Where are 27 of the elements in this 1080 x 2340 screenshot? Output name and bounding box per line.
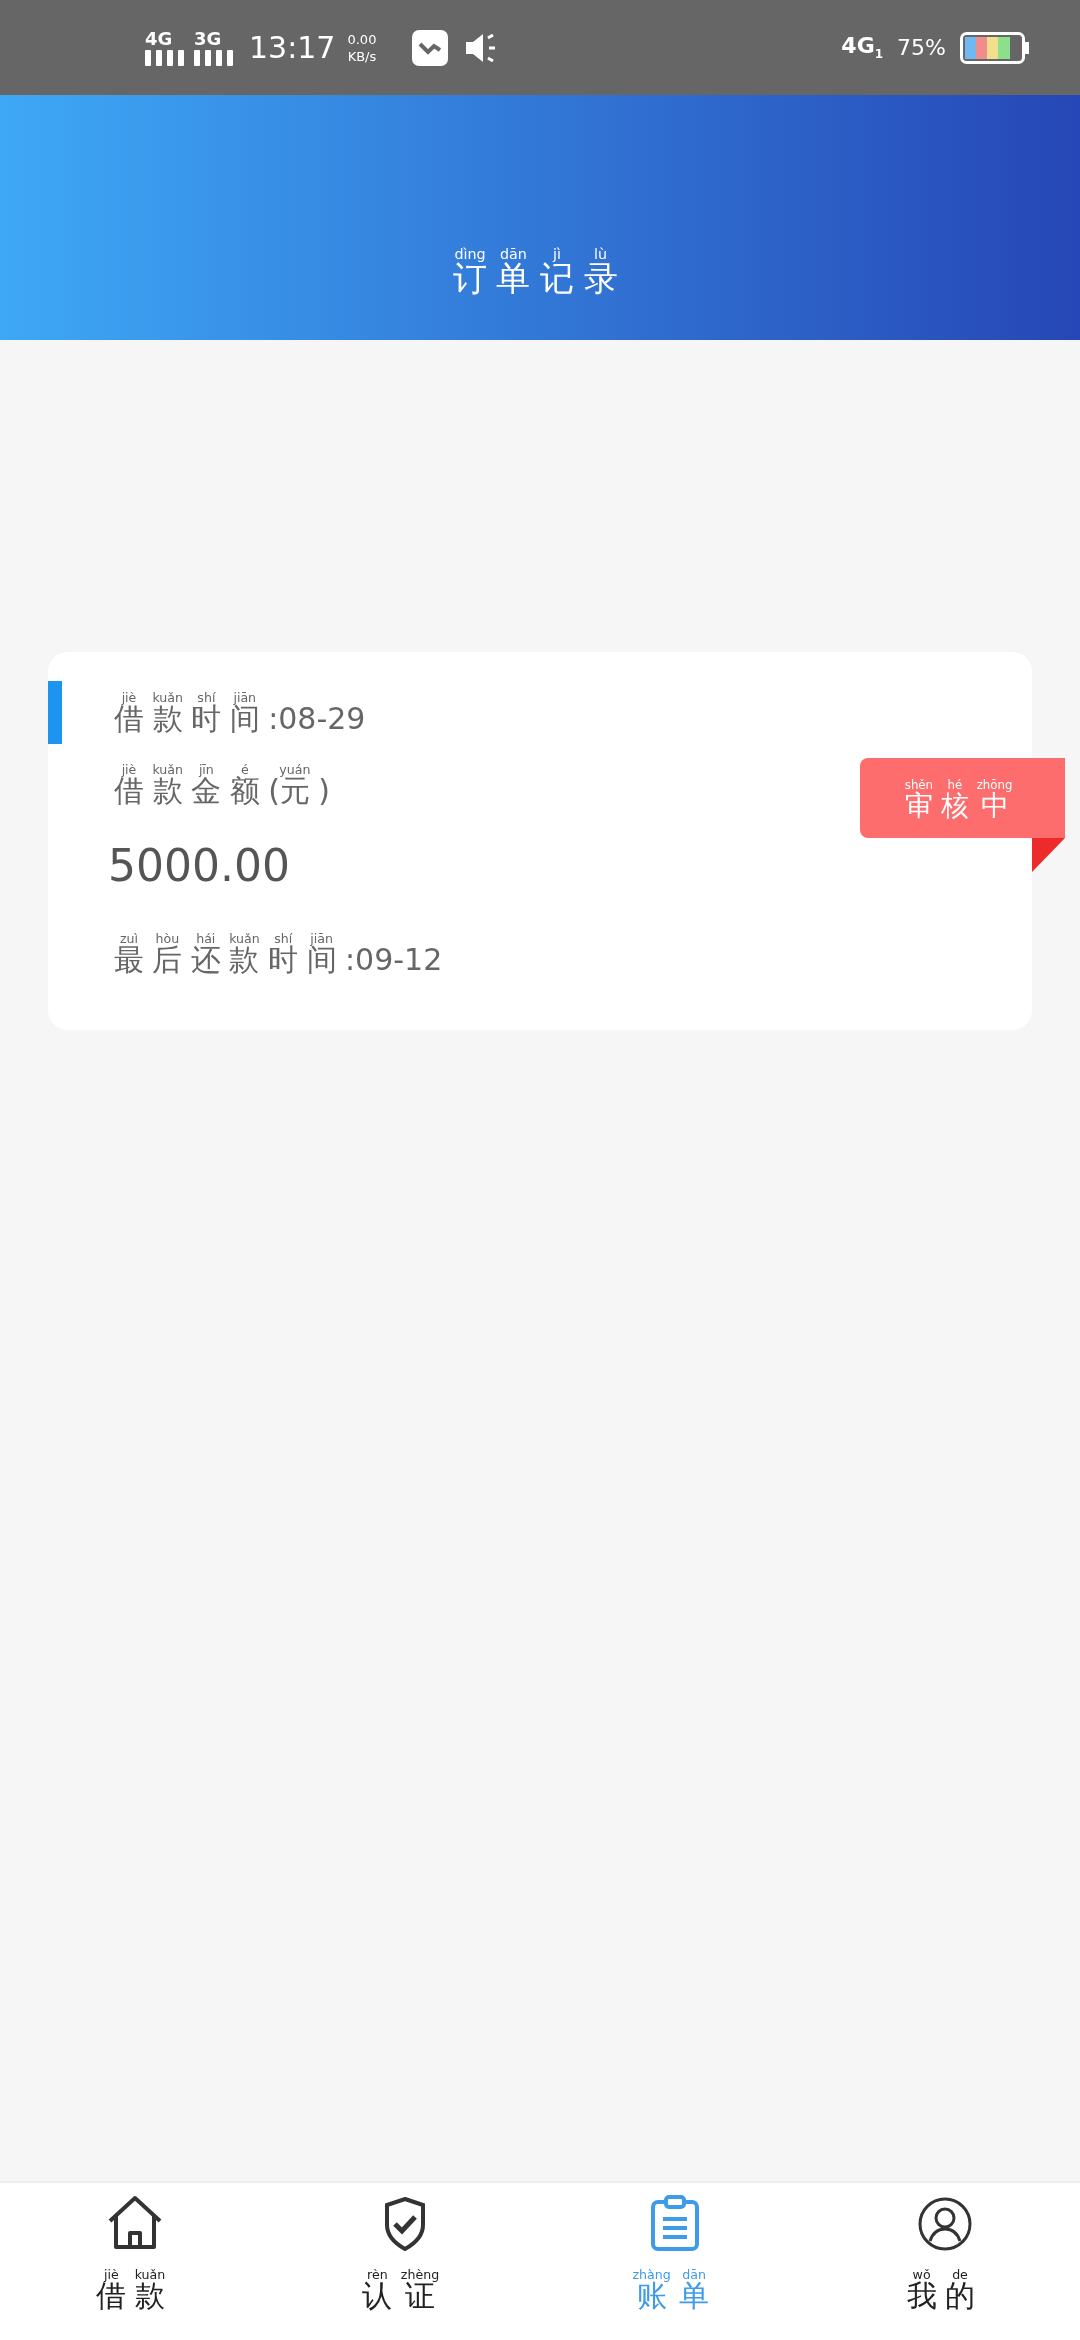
- network-type: 3G: [194, 29, 222, 48]
- home-icon: [106, 2195, 164, 2251]
- nav-tab[interactable]: 借 jiè 款 kuǎn: [0, 2183, 270, 2340]
- ribbon-fold: [1032, 838, 1065, 872]
- status-badge: 审 shěn 核 hé 中 zhōng: [860, 758, 1065, 838]
- due-date: 最 zuì 后 hòu 还 hái 款 kuǎn 时 shí 间 jiān :09-12: [114, 931, 443, 975]
- page-title: 订 dìng 单 dān 记 jì 录 lù: [452, 248, 619, 300]
- clock: 13:17: [249, 30, 336, 65]
- battery-icon: [960, 31, 1030, 64]
- amount-label: 借 jiè 款 kuǎn 金 jīn 额 é (元 yuán ): [114, 762, 330, 806]
- loan-date: 借 jiè 款 kuǎn 时 shí 间 jiān :08-29: [114, 690, 366, 734]
- network-type: 4G$_{1}$: [841, 33, 884, 62]
- shield-check-icon: [383, 2197, 427, 2251]
- clipboard-icon: [650, 2195, 700, 2251]
- speed-unit: KB/s: [347, 47, 377, 65]
- order-card[interactable]: [48, 652, 1032, 1030]
- loan-amount: 5000.00: [108, 840, 290, 891]
- nav-tab[interactable]: 我 wǒ 的 de: [810, 2183, 1080, 2340]
- nav-tab[interactable]: 认 rèn 证 zhèng: [270, 2183, 540, 2340]
- signal-icon: [194, 47, 233, 66]
- profile-icon: [918, 2197, 972, 2251]
- network-type: 4G: [145, 29, 173, 48]
- app-icon: [412, 29, 449, 66]
- battery-percent: 75%: [897, 35, 946, 60]
- accent-bar: [48, 681, 62, 744]
- speed-value: 0.00: [347, 30, 377, 48]
- signal-icon: [145, 47, 184, 66]
